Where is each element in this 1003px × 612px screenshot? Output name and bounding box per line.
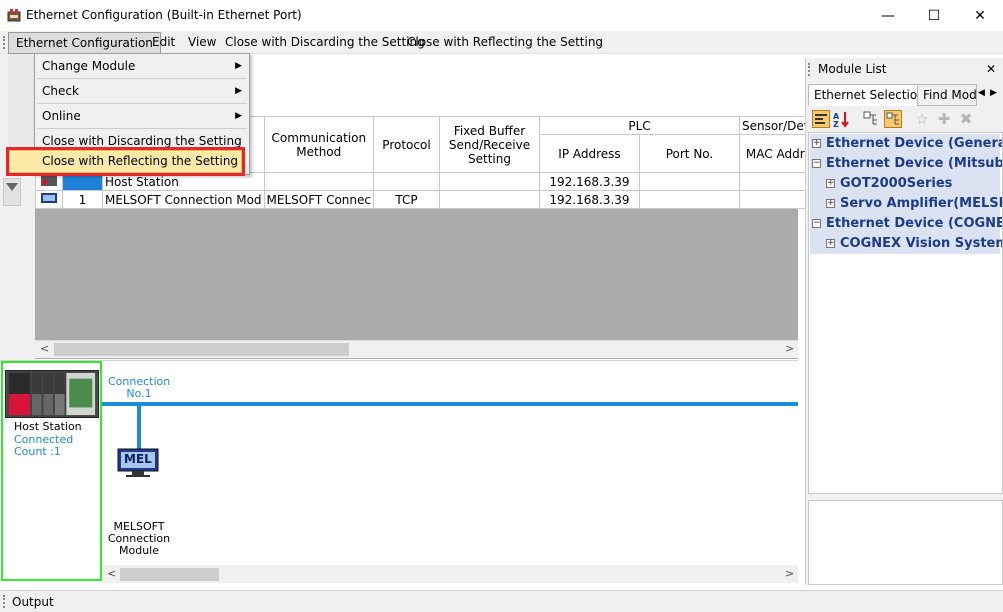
sort-alphabet-icon[interactable]: AZ: [832, 110, 850, 128]
tree-item-ethernet-cognex[interactable]: − Ethernet Device (COGNEX): [810, 214, 1003, 234]
tree-item-label: Ethernet Device (General): [826, 136, 1003, 151]
dropdown-item-check[interactable]: Check ▶: [36, 80, 248, 102]
dropdown-item-online[interactable]: Online ▶: [36, 105, 248, 127]
tree-item-ethernet-general[interactable]: + Ethernet Device (General): [810, 134, 1003, 154]
tree-item-got2000[interactable]: + GOT2000Series: [810, 174, 1000, 194]
expand-icon[interactable]: +: [826, 179, 835, 188]
submenu-arrow-icon: ▶: [235, 61, 242, 71]
output-title: Output: [12, 595, 54, 609]
module-list-title: Module List: [818, 62, 887, 76]
row-port: [638, 172, 740, 191]
dropdown-separator: [37, 103, 247, 104]
row-ip: 192.168.3.39: [538, 190, 640, 209]
connection-label: Connection No.1: [108, 375, 171, 400]
expand-icon[interactable]: +: [812, 139, 821, 148]
app-icon: [7, 9, 21, 22]
svg-text:Z: Z: [833, 120, 839, 128]
dropdown-separator: [37, 78, 247, 79]
table-row[interactable]: 1 MELSOFT Connection Mod MELSOFT Connec …: [35, 190, 832, 209]
dropdown-item-close-reflect[interactable]: Close with Reflecting the Setting: [9, 150, 242, 173]
delete-icon[interactable]: ✖: [957, 110, 975, 128]
module-info-area: [808, 500, 1003, 585]
row-protocol: TCP: [372, 190, 440, 209]
tree-item-servo-amplifier[interactable]: + Servo Amplifier(MELSERV: [810, 194, 1002, 214]
add-icon[interactable]: ✚: [935, 110, 953, 128]
submenu-arrow-icon: ▶: [235, 86, 242, 96]
col-plc: PLC: [538, 116, 740, 135]
col-port-no: Port No.: [638, 134, 740, 173]
chevron-down-icon: [6, 183, 18, 191]
col-fixed-buffer: Fixed Buffer Send/Receive Setting: [438, 116, 540, 173]
dropdown-item-label: Close with Discarding the Setting: [42, 134, 242, 148]
row-name: MELSOFT Connection Mod: [102, 190, 265, 209]
output-panel-bar[interactable]: [0, 590, 1003, 612]
scroll-left-icon[interactable]: <: [107, 567, 116, 580]
window-title: Ethernet Configuration (Built-in Etherne…: [26, 8, 302, 22]
tree-item-label: Ethernet Device (Mitsubishi: [826, 156, 1003, 171]
dropdown-item-label: Online: [42, 109, 81, 123]
scroll-right-icon[interactable]: >: [785, 567, 794, 580]
row-fixed: [438, 172, 540, 191]
collapse-all-icon[interactable]: [884, 110, 902, 128]
sort-category-icon[interactable]: [812, 110, 830, 128]
dropdown-item-label: Check: [42, 84, 79, 98]
row-icon: [35, 190, 63, 209]
star-icon[interactable]: ☆: [913, 110, 931, 128]
mel-icon: [41, 192, 57, 203]
submenu-arrow-icon: ▶: [235, 111, 242, 121]
host-station-label: Host Station: [14, 420, 82, 433]
row-ip: 192.168.3.39: [538, 172, 640, 191]
tree-item-label: GOT2000Series: [840, 176, 953, 191]
tree-item-ethernet-mitsubishi[interactable]: − Ethernet Device (Mitsubishi: [810, 154, 1003, 174]
menu-grip: [3, 36, 5, 49]
expand-icon[interactable]: +: [826, 239, 835, 248]
tree-item-label: Servo Amplifier(MELSERV: [840, 196, 1002, 211]
expand-all-icon[interactable]: [862, 110, 880, 128]
tree-item-label: COGNEX Vision System: [840, 236, 1003, 251]
row-method: MELSOFT Connec: [263, 190, 374, 209]
tab-next-icon[interactable]: ▶: [990, 88, 997, 98]
col-comm-method: Communication Method: [263, 116, 374, 173]
col-ip-address: IP Address: [538, 134, 640, 173]
grid-scroll-thumb[interactable]: [54, 343, 349, 356]
dropdown-item-label: Change Module: [42, 59, 136, 73]
row-method: [263, 172, 374, 191]
network-bus: [102, 402, 798, 406]
row-no: 1: [62, 190, 103, 209]
diagram-scroll-thumb[interactable]: [120, 568, 219, 581]
row-fixed: [438, 190, 540, 209]
row-port: [638, 190, 740, 209]
network-drop-line: [137, 404, 141, 450]
panel-grip: [808, 63, 810, 76]
menu-close-reflect[interactable]: Close with Reflecting the Setting: [400, 31, 610, 54]
output-grip: [3, 595, 5, 608]
connected-count-label: Connected Count :1: [14, 433, 74, 458]
collapse-icon[interactable]: −: [812, 219, 821, 228]
scroll-right-icon[interactable]: >: [785, 342, 794, 355]
minimize-button[interactable]: —: [865, 0, 911, 31]
close-button[interactable]: ✕: [957, 0, 1003, 31]
scroll-left-icon[interactable]: <: [40, 342, 49, 355]
col-protocol: Protocol: [372, 116, 440, 173]
tree-item-label: Ethernet Device (COGNEX): [826, 216, 1003, 231]
module-list-close-button[interactable]: ✕: [986, 62, 996, 76]
tree-item-cognex-vision[interactable]: + COGNEX Vision System: [810, 234, 1003, 254]
tab-ethernet-selection[interactable]: Ethernet Selection: [808, 84, 931, 106]
maximize-button[interactable]: ☐: [911, 0, 957, 31]
expand-icon[interactable]: +: [826, 199, 835, 208]
dropdown-item-change-module[interactable]: Change Module ▶: [36, 55, 248, 77]
menu-ethernet-configuration[interactable]: Ethernet Configuration: [8, 32, 161, 54]
plc-module-icon: [5, 370, 99, 418]
mel-text: MEL: [124, 452, 152, 466]
dropdown-separator: [37, 128, 247, 129]
tab-prev-icon[interactable]: ◀: [978, 88, 985, 98]
melsoft-module-label: MELSOFT Connection Module: [107, 520, 171, 557]
collapse-icon[interactable]: −: [812, 159, 821, 168]
tab-find-module[interactable]: Find Mod: [917, 84, 977, 106]
row-protocol: [372, 172, 440, 191]
module-tree: + Ethernet Device (General) − Ethernet D…: [808, 132, 1003, 494]
menu-edit[interactable]: Edit: [145, 31, 182, 54]
dropdown-item-label: Close with Reflecting the Setting: [42, 154, 239, 168]
